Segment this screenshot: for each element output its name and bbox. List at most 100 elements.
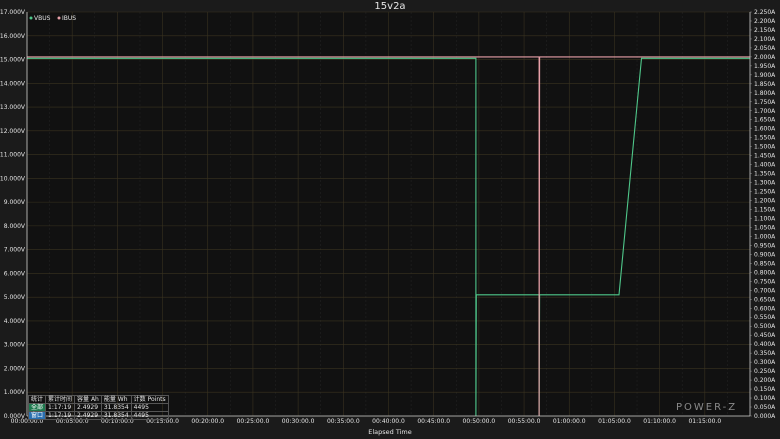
y-right-tick-label: 0.750A <box>754 278 776 285</box>
y-right-tick-label: 1.300A <box>754 180 776 187</box>
x-tick-label: 01:05:00.0 <box>598 418 631 425</box>
y-right-tick-label: 1.700A <box>754 108 776 115</box>
y-right-tick-label: 0.250A <box>754 368 776 375</box>
y-left-tick-label: 17.000V <box>0 9 26 16</box>
y-right-tick-label: 1.350A <box>754 171 776 178</box>
x-tick-label: 00:30:00.0 <box>282 418 315 425</box>
y-left-tick-label: 10.000V <box>0 175 26 182</box>
stats-header-row: 统计 累计时间 容量 Ah 能量 Wh 计数 Points <box>27 395 169 404</box>
y-right-tick-label: 0.000A <box>754 413 776 420</box>
y-right-tick-label: 2.150A <box>754 27 776 34</box>
stats-row: 窗口 1:17:19 2.4929 31.8354 4495 <box>27 411 169 420</box>
y-right-tick-label: 0.600A <box>754 305 776 312</box>
y-right-tick-label: 1.100A <box>754 215 776 222</box>
x-tick-label: 00:25:00.0 <box>237 418 270 425</box>
y-right-tick-label: 0.200A <box>754 377 776 384</box>
y-left-tick-label: 14.000V <box>0 80 26 87</box>
y-right-tick-label: 0.100A <box>754 395 776 402</box>
stats-header: 容量 Ah <box>74 395 102 404</box>
x-tick-label: 00:55:00.0 <box>508 418 541 425</box>
y-right-tick-label: 1.850A <box>754 81 776 88</box>
stats-header: 能量 Wh <box>100 395 132 404</box>
y-right-tick-label: 0.450A <box>754 332 776 339</box>
legend-marker <box>29 16 33 20</box>
stats-cell: 31.8354 <box>100 411 132 420</box>
stats-cell: 4495 <box>130 403 169 412</box>
y-right-tick-label: 0.900A <box>754 251 776 258</box>
y-left-tick-label: 7.000V <box>4 247 26 254</box>
y-right-tick-label: 1.800A <box>754 90 776 97</box>
y-left-tick-label: 8.000V <box>4 223 26 230</box>
y-right-tick-label: 1.000A <box>754 233 776 240</box>
stats-row-key: 窗口 <box>27 411 47 420</box>
y-right-tick-label: 1.250A <box>754 189 776 196</box>
stats-row-key: 全部 <box>27 403 47 412</box>
y-right-tick-label: 0.400A <box>754 341 776 348</box>
y-right-tick-label: 1.550A <box>754 135 776 142</box>
chart-title: 15v2a <box>374 1 405 12</box>
y-right-tick-label: 0.500A <box>754 323 776 330</box>
y-right-tick-label: 0.950A <box>754 242 776 249</box>
y-left-tick-label: 9.000V <box>4 199 26 206</box>
x-tick-label: 00:50:00.0 <box>463 418 496 425</box>
y-right-tick-label: 1.450A <box>754 153 776 160</box>
y-right-tick-label: 0.800A <box>754 269 776 276</box>
stats-header: 统计 <box>27 395 47 404</box>
y-right-tick-label: 0.650A <box>754 296 776 303</box>
x-tick-label: 01:15:00.0 <box>688 418 721 425</box>
chart: 00:00:00.0 00:05:00.0 00:10:00.0 00:15:00.0… <box>0 0 780 439</box>
stats-cell: 31.8354 <box>100 403 132 412</box>
y-right-tick-label: 1.150A <box>754 207 776 214</box>
y-right-tick-label: 1.600A <box>754 126 776 133</box>
legend-marker <box>57 16 61 20</box>
y-right-tick-label: 1.950A <box>754 63 776 70</box>
y-left-tick-label: 3.000V <box>4 342 26 349</box>
brand-logo: POWER-Z <box>676 402 738 413</box>
x-tick-label: 01:10:00.0 <box>643 418 676 425</box>
x-tick-label: 01:00:00.0 <box>553 418 586 425</box>
y-right-tick-label: 2.000A <box>754 54 776 61</box>
y-right-tick-label: 2.050A <box>754 45 776 52</box>
stats-header: 累计时间 <box>45 395 76 404</box>
x-tick-label: 00:35:00.0 <box>327 418 360 425</box>
stats-cell: 2.4929 <box>74 411 102 420</box>
y-left-tick-label: 2.000V <box>4 365 26 372</box>
y-left-tick-label: 13.000V <box>0 104 26 111</box>
y-right-tick-label: 1.400A <box>754 162 776 169</box>
stats-cell: 1:17:19 <box>45 411 76 420</box>
stats-row: 全部 1:17:19 2.4929 31.8354 4495 <box>27 403 169 412</box>
y-right-tick-label: 2.250A <box>754 9 776 16</box>
y-right-tick-label: 1.500A <box>754 144 776 151</box>
y-right-tick-label: 1.050A <box>754 224 776 231</box>
y-left-tick-label: 16.000V <box>0 33 26 40</box>
y-left-tick-label: 5.000V <box>4 294 26 301</box>
legend-label: VBUS <box>34 15 51 22</box>
y-left-tick-label: 0.000V <box>4 413 26 420</box>
y-right-tick-label: 0.150A <box>754 386 776 393</box>
y-right-tick-label: 2.100A <box>754 36 776 43</box>
y-right-tick-label: 1.200A <box>754 198 776 205</box>
y-right-tick-label: 0.300A <box>754 359 776 366</box>
y-right-tick-label: 1.750A <box>754 99 776 106</box>
stats-cell: 1:17:19 <box>45 403 76 412</box>
x-axis-label: Elapsed Time <box>368 428 412 436</box>
y-right-tick-label: 0.700A <box>754 287 776 294</box>
y-right-tick-label: 0.050A <box>754 404 776 411</box>
y-left-tick-label: 6.000V <box>4 270 26 277</box>
x-tick-label: 00:45:00.0 <box>417 418 450 425</box>
y-right-tick-label: 2.200A <box>754 18 776 25</box>
y-right-tick-label: 0.550A <box>754 314 776 321</box>
stats-cell: 2.4929 <box>74 403 102 412</box>
y-left-tick-label: 11.000V <box>0 152 26 159</box>
y-right-tick-label: 0.850A <box>754 260 776 267</box>
stats-header: 计数 Points <box>130 395 169 404</box>
stats-table: 统计 累计时间 容量 Ah 能量 Wh 计数 Points 全部 1:17:19… <box>27 395 169 420</box>
y-left-tick-label: 12.000V <box>0 128 26 135</box>
x-tick-label: 00:40:00.0 <box>372 418 405 425</box>
legend-label: IBUS <box>62 15 76 22</box>
x-tick-label: 00:20:00.0 <box>191 418 224 425</box>
y-left-tick-label: 15.000V <box>0 57 26 64</box>
y-left-tick-label: 4.000V <box>4 318 26 325</box>
y-right-tick-label: 0.350A <box>754 350 776 357</box>
y-right-tick-label: 1.900A <box>754 72 776 79</box>
